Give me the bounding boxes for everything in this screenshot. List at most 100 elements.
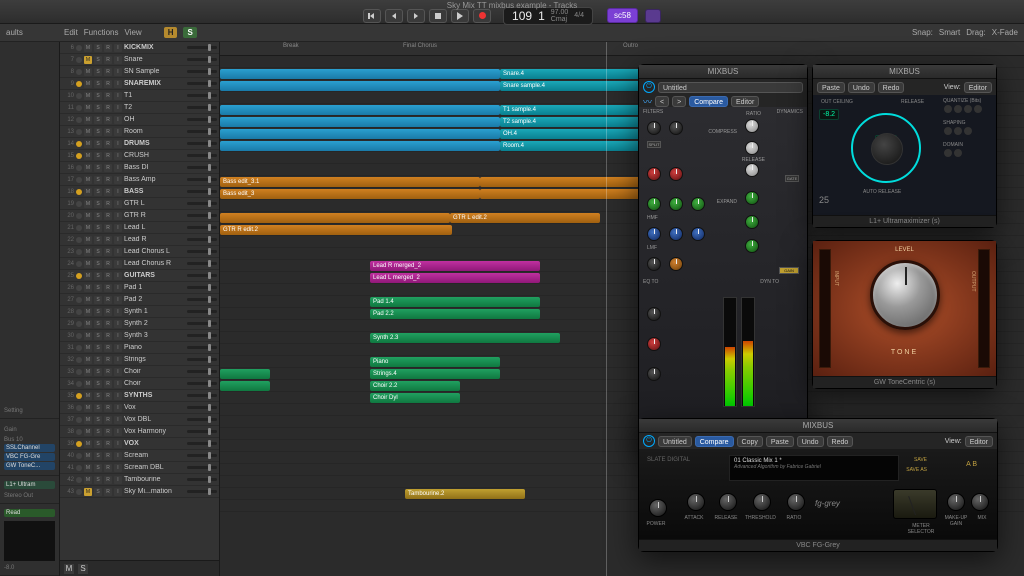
paste-button[interactable]: Paste [766, 436, 794, 447]
attack-knob[interactable] [687, 493, 705, 511]
track-color-dot[interactable] [76, 117, 82, 123]
record-enable-button[interactable]: R [104, 368, 112, 376]
track-fader[interactable] [187, 130, 217, 133]
audio-region[interactable]: Bass edit_3.1 [220, 177, 480, 187]
fader-db[interactable]: -8.0 [4, 565, 55, 571]
l1-body[interactable]: OUT CEILING RELEASE -8.2 1.00 AUTO RELEA… [813, 95, 996, 215]
track-fader[interactable] [187, 166, 217, 169]
record-button[interactable] [473, 9, 491, 23]
record-enable-button[interactable]: R [104, 104, 112, 112]
track-name[interactable]: OH [124, 116, 185, 123]
next-button[interactable]: > [672, 96, 686, 107]
solo-button[interactable]: S [94, 476, 102, 484]
editor-button[interactable]: Editor [964, 82, 992, 93]
track-row[interactable]: 28MSRISynth 1 [60, 306, 219, 318]
track-name[interactable]: BASS [124, 188, 185, 195]
input-monitor-button[interactable]: I [114, 212, 122, 220]
master-mute[interactable]: M [64, 564, 74, 574]
track-color-dot[interactable] [76, 489, 82, 495]
track-color-dot[interactable] [76, 273, 82, 279]
input-monitor-button[interactable]: I [114, 128, 122, 136]
drag-value[interactable]: X-Fade [992, 28, 1018, 37]
track-row[interactable]: 19MSRIGTR L [60, 198, 219, 210]
track-fader[interactable] [187, 430, 217, 433]
record-enable-button[interactable]: R [104, 452, 112, 460]
track-name[interactable]: GTR R [124, 212, 185, 219]
track-row[interactable]: 32MSRIStrings [60, 354, 219, 366]
track-row[interactable]: 10MSRIT1 [60, 90, 219, 102]
solo-button[interactable]: S [94, 380, 102, 388]
input-monitor-button[interactable]: I [114, 296, 122, 304]
solo-button[interactable]: S [94, 236, 102, 244]
audio-region[interactable]: Synth 2.3 [370, 333, 560, 343]
mute-button[interactable]: M [84, 296, 92, 304]
record-enable-button[interactable]: R [104, 224, 112, 232]
power-icon[interactable]: ⏻ [643, 435, 655, 447]
audio-region[interactable] [220, 141, 500, 151]
audio-region[interactable]: Choir 2.2 [370, 381, 460, 391]
power-knob[interactable] [649, 499, 667, 517]
record-enable-button[interactable]: R [104, 128, 112, 136]
solo-button[interactable]: S [94, 80, 102, 88]
arrange-lane[interactable] [220, 404, 1024, 416]
track-color-dot[interactable] [76, 237, 82, 243]
record-enable-button[interactable]: R [104, 152, 112, 160]
insert-slot-1[interactable]: SSLChannel [4, 444, 55, 452]
track-color-dot[interactable] [76, 57, 82, 63]
track-fader[interactable] [187, 478, 217, 481]
saveas-button[interactable]: SAVE AS [906, 467, 927, 473]
track-row[interactable]: 31MSRIPiano [60, 342, 219, 354]
track-row[interactable]: 7MSRISnare [60, 54, 219, 66]
hmf-freq-knob[interactable] [669, 197, 683, 211]
track-color-dot[interactable] [76, 393, 82, 399]
track-row[interactable]: 39MSRIVOX [60, 438, 219, 450]
hf-gain-knob[interactable] [647, 167, 661, 181]
pan-knob[interactable] [647, 307, 661, 321]
record-enable-button[interactable]: R [104, 92, 112, 100]
record-enable-button[interactable]: R [104, 260, 112, 268]
outceil-value[interactable]: -8.2 [819, 109, 839, 120]
stop-button[interactable] [429, 9, 447, 23]
record-enable-button[interactable]: R [104, 80, 112, 88]
input-monitor-button[interactable]: I [114, 332, 122, 340]
mute-button[interactable]: M [84, 332, 92, 340]
track-fader[interactable] [187, 82, 217, 85]
track-fader[interactable] [187, 202, 217, 205]
track-color-dot[interactable] [76, 105, 82, 111]
record-enable-button[interactable]: R [104, 392, 112, 400]
track-color-dot[interactable] [76, 69, 82, 75]
track-fader[interactable] [187, 286, 217, 289]
input-monitor-button[interactable]: I [114, 200, 122, 208]
hmf-q-knob[interactable] [691, 197, 705, 211]
preset-screen[interactable]: 01 Classic Mix 1 * Advanced Algorithm by… [729, 455, 899, 481]
input-monitor-button[interactable]: I [114, 56, 122, 64]
input-monitor-button[interactable]: I [114, 92, 122, 100]
input-monitor-button[interactable]: I [114, 428, 122, 436]
record-enable-button[interactable]: R [104, 296, 112, 304]
track-fader[interactable] [187, 214, 217, 217]
input-monitor-button[interactable]: I [114, 368, 122, 376]
solo-button[interactable]: S [94, 356, 102, 364]
input-monitor-button[interactable]: I [114, 140, 122, 148]
track-color-dot[interactable] [76, 321, 82, 327]
width-knob[interactable] [647, 367, 661, 381]
mute-button[interactable]: M [84, 452, 92, 460]
track-fader[interactable] [187, 178, 217, 181]
track-name[interactable]: SN Sample [124, 68, 185, 75]
audio-region[interactable]: GTR R edit.2 [220, 225, 452, 235]
q-knob[interactable] [954, 105, 962, 113]
record-enable-button[interactable]: R [104, 236, 112, 244]
mute-button[interactable]: M [84, 128, 92, 136]
track-row[interactable]: 15MSRICRUSH [60, 150, 219, 162]
mute-button[interactable]: M [84, 140, 92, 148]
track-fader[interactable] [187, 454, 217, 457]
track-row[interactable]: 27MSRIPad 2 [60, 294, 219, 306]
track-name[interactable]: Lead R [124, 236, 185, 243]
input-monitor-button[interactable]: I [114, 104, 122, 112]
input-monitor-button[interactable]: I [114, 284, 122, 292]
rewind-button[interactable] [385, 9, 403, 23]
lf-freq-knob[interactable] [669, 257, 683, 271]
insert-slot-3[interactable]: GW ToneC... [4, 462, 55, 470]
solo-button[interactable]: S [94, 212, 102, 220]
record-enable-button[interactable]: R [104, 416, 112, 424]
